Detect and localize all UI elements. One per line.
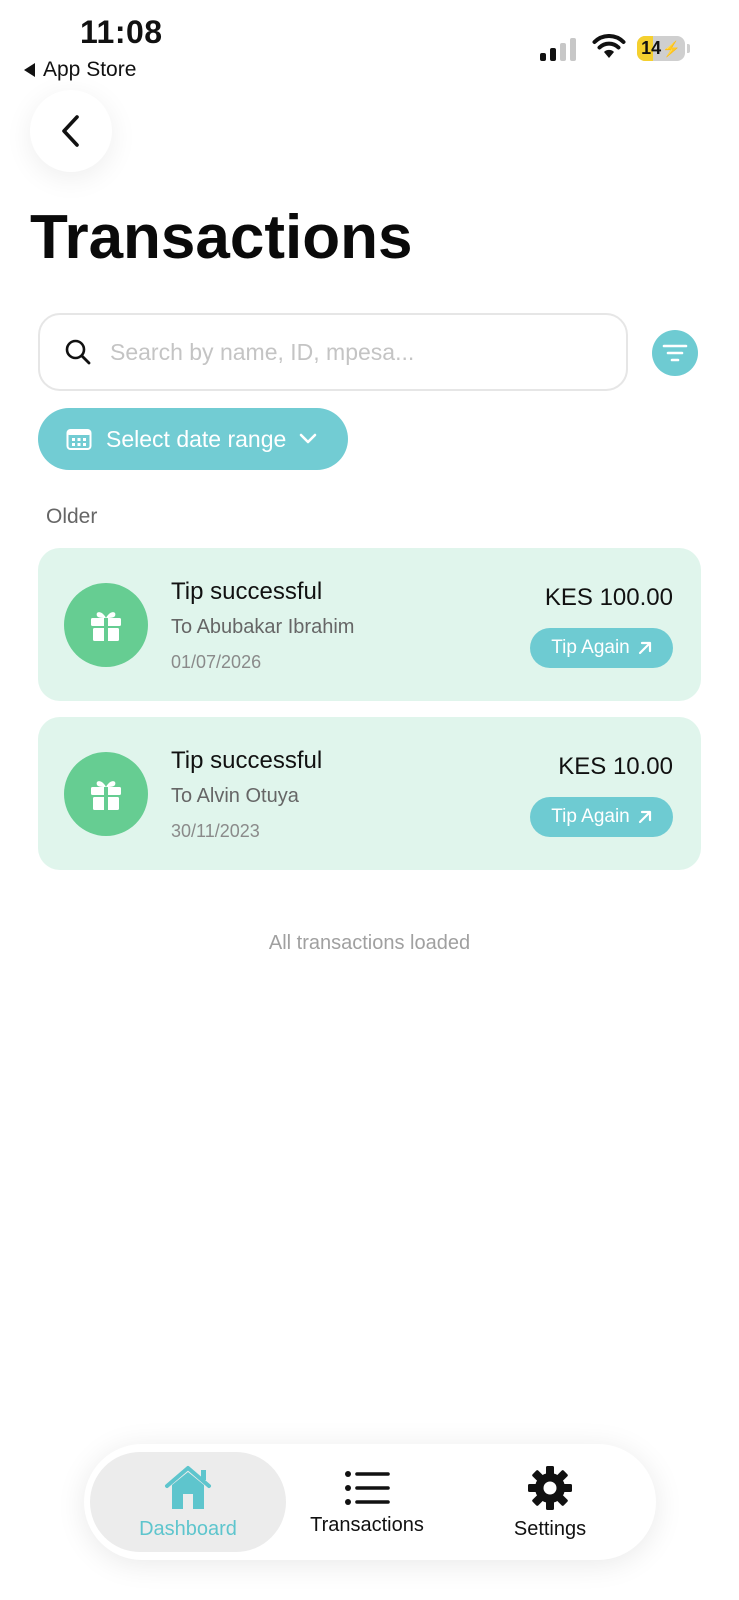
section-label: Older [46, 505, 98, 528]
gift-icon [91, 781, 121, 810]
battery-tip [687, 44, 690, 53]
gift-icon-circle [64, 752, 148, 836]
back-app-label: App Store [43, 58, 137, 81]
transaction-date: 01/07/2026 [171, 652, 262, 672]
search-input[interactable] [108, 337, 592, 367]
gift-icon-circle [64, 583, 148, 667]
nav-label: Dashboard [139, 1517, 237, 1540]
tip-again-label: Tip Again [551, 637, 630, 658]
tip-again-button[interactable]: Tip Again [530, 628, 673, 668]
battery-icon: 14 ⚡ [637, 36, 685, 61]
nav-label: Settings [513, 1517, 587, 1540]
arrow-up-right-icon [638, 641, 651, 655]
filter-icon [662, 344, 688, 362]
bottom-nav: Dashboard Transactions Settings [84, 1444, 656, 1560]
gift-icon [91, 612, 121, 641]
search-box[interactable] [38, 313, 628, 391]
transaction-recipient: To Alvin Otuya [171, 785, 299, 807]
calendar-icon [66, 429, 92, 450]
all-loaded-note: All transactions loaded [268, 932, 471, 954]
arrow-up-right-icon [638, 810, 651, 824]
transaction-status: Tip successful [171, 747, 323, 774]
tip-again-button[interactable]: Tip Again [530, 797, 673, 837]
battery-level: 14 [641, 38, 662, 58]
search-icon [65, 339, 91, 365]
gear-icon [528, 1465, 572, 1510]
tip-again-label: Tip Again [551, 806, 630, 827]
list-icon [345, 1470, 390, 1505]
back-button[interactable] [30, 90, 112, 172]
transaction-amount: KES 100.00 [544, 584, 673, 611]
chevron-left-icon [62, 115, 79, 147]
transaction-amount: KES 10.00 [558, 753, 673, 780]
nav-transactions[interactable]: Transactions [299, 1452, 435, 1552]
wifi-icon [592, 34, 626, 58]
transaction-card[interactable]: Tip successful To Abubakar Ibrahim 01/07… [38, 548, 701, 701]
chevron-down-icon [299, 433, 317, 444]
cellular-signal-icon [540, 38, 576, 61]
nav-label: Transactions [310, 1513, 424, 1536]
status-time: 11:08 [80, 14, 163, 50]
transaction-recipient: To Abubakar Ibrahim [171, 616, 355, 638]
filter-button[interactable] [652, 330, 698, 376]
transaction-card[interactable]: Tip successful To Alvin Otuya 30/11/2023… [38, 717, 701, 870]
home-icon [165, 1465, 211, 1509]
transaction-date: 30/11/2023 [171, 821, 260, 841]
date-range-button[interactable]: Select date range [38, 408, 348, 470]
page-title: Transactions [30, 203, 413, 272]
nav-dashboard[interactable]: Dashboard [90, 1452, 286, 1552]
transaction-status: Tip successful [171, 578, 323, 605]
back-to-app-link[interactable]: App Store [24, 58, 136, 82]
back-triangle-icon [24, 63, 35, 77]
nav-settings[interactable]: Settings [490, 1452, 610, 1552]
date-range-label: Select date range [106, 425, 287, 452]
